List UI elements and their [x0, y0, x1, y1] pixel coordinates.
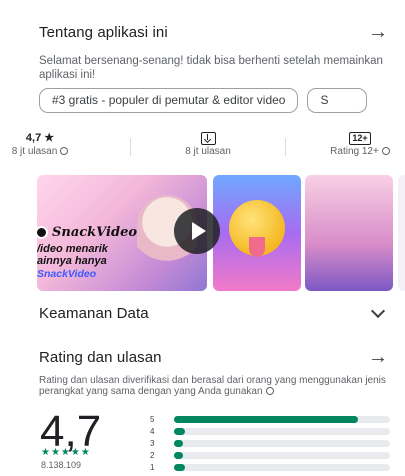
arrow-right-icon[interactable]: →: [367, 22, 389, 42]
rating-bar-track: [174, 452, 390, 459]
category-chips: #3 gratis - populer di pemutar & editor …: [39, 88, 368, 113]
stat-rating: 4,7 ★ 8 jt ulasan: [0, 130, 80, 158]
rating-bar-track: [174, 428, 390, 435]
rating-bar-row: 1: [150, 462, 390, 473]
chip-category-rank[interactable]: #3 gratis - populer di pemutar & editor …: [39, 88, 299, 113]
about-title: Tentang aplikasi ini: [39, 23, 168, 41]
stats-row: 4,7 ★ 8 jt ulasan 8 jt ulasan 12+ Rating…: [0, 130, 405, 164]
divider: [285, 138, 286, 156]
rating-bar-row: 4: [150, 426, 390, 437]
about-section-header[interactable]: Tentang aplikasi ini →: [39, 22, 389, 42]
logo-icon: [37, 226, 48, 239]
ratings-section-header[interactable]: Rating dan ulasan →: [39, 347, 389, 367]
rating-bar-fill: [174, 416, 358, 423]
divider: [130, 138, 131, 156]
rating-bar-track: [174, 416, 390, 423]
rating-bar-fill: [174, 428, 185, 435]
data-safety-title: Keamanan Data: [39, 305, 149, 322]
emoji-tongue: [249, 237, 265, 257]
promo-text-line: /ideo menarik: [37, 243, 108, 255]
about-description: Selamat bersenang-senang! tidak bisa ber…: [39, 55, 383, 81]
info-icon[interactable]: [60, 147, 69, 156]
rating-bar-row: 2: [150, 450, 390, 461]
info-icon[interactable]: [265, 387, 274, 396]
rating-count-label: 8 jt ulasan: [11, 146, 58, 157]
arrow-right-icon[interactable]: →: [367, 347, 389, 367]
chip-secondary[interactable]: S: [307, 88, 368, 113]
ratings-title: Rating dan ulasan: [39, 348, 162, 366]
app-details-page: Tentang aplikasi ini → Selamat bersenang…: [0, 0, 405, 476]
rating-value: 4,7 ★: [25, 132, 55, 144]
stat-content-rating: 12+ Rating 12+: [315, 130, 405, 158]
downloads-label: 8 jt ulasan: [185, 146, 231, 157]
review-count: 8.138.109: [41, 460, 82, 470]
download-icon: [200, 131, 216, 145]
star-rating: ★★★★★: [41, 447, 91, 458]
rating-bar-row: 5: [150, 414, 390, 425]
stat-downloads: 8 jt ulasan: [168, 130, 248, 158]
ratings-description: Rating dan ulasan diverifikasi dan beras…: [39, 375, 386, 397]
promo-text-line: SnackVideo: [37, 268, 97, 280]
rating-bar-label: 4: [150, 427, 155, 436]
rating-bar-fill: [174, 464, 185, 471]
data-safety-header[interactable]: Keamanan Data: [39, 303, 389, 322]
screenshot-4[interactable]: Je: [398, 175, 405, 291]
info-icon[interactable]: [381, 147, 390, 156]
rating-bar-track: [174, 464, 390, 471]
screenshot-3[interactable]: [305, 175, 393, 291]
rating-bar-label: 1: [150, 463, 155, 472]
rating-bar-fill: [174, 452, 183, 459]
content-rating-label: Rating 12+: [330, 146, 379, 157]
rating-bar-track: [174, 440, 390, 447]
rating-bar-row: 3: [150, 438, 390, 449]
content-rating-badge: 12+: [349, 132, 371, 145]
snackvideo-logo: SnackVideo: [37, 225, 137, 240]
rating-bar-label: 5: [150, 415, 155, 424]
screenshot-2[interactable]: [213, 175, 301, 291]
play-button[interactable]: [174, 208, 220, 254]
promo-text-line: ainnya hanya: [37, 255, 107, 267]
rating-bar-label: 3: [150, 439, 155, 448]
chevron-down-icon[interactable]: [370, 303, 386, 318]
rating-bar-fill: [174, 440, 183, 447]
rating-bar-label: 2: [150, 451, 155, 460]
